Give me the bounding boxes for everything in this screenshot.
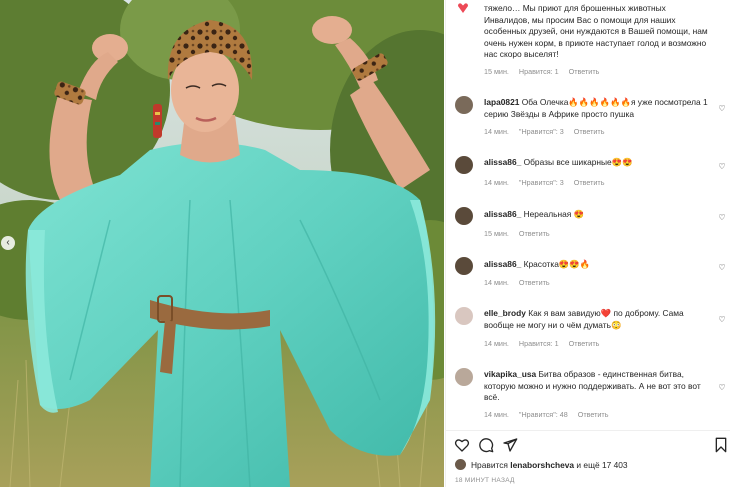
liker-username[interactable]: lenaborshcheva [510,460,574,470]
comment-text: alissa86_ Красотка😍😍🔥 [484,259,591,269]
comment-text: alissa86_ Образы все шикарные😍😍 [484,157,633,167]
comment-time: 14 мин. [484,178,509,187]
avatar[interactable] [455,96,473,114]
comment-like-count[interactable]: Нравится: 1 [519,67,559,76]
comment-like-count[interactable]: "Нравится": 48 [519,410,568,419]
reply-button[interactable]: Ответить [519,229,550,238]
reply-button[interactable]: Ответить [578,410,609,419]
comment-username[interactable]: alissa86_ [484,157,521,167]
comment-like-count[interactable]: Нравится: 1 [519,339,559,348]
comment-meta: 14 мин. "Нравится": 48 Ответить [484,410,618,419]
comment-time: 15 мин. [484,67,509,76]
comment-like-heart-icon[interactable]: ♡ [717,103,727,113]
comment-like-heart-icon[interactable]: ♡ [717,314,727,324]
comment-time: 14 мин. [484,410,509,419]
comment-username[interactable]: elle_brody [484,308,526,318]
avatar[interactable] [455,368,473,386]
likes-summary[interactable]: Нравится lenaborshcheva и ещё 17 403 [455,459,628,470]
avatar[interactable] [455,307,473,325]
comment-time: 15 мин. [484,229,509,238]
comment-text: lapa0821 Оба Олечка🔥🔥🔥🔥🔥🔥я уже посмотрел… [484,97,708,119]
post-action-bar [446,430,730,458]
comment-meta: 14 мин. "Нравится": 3 Ответить [484,127,614,136]
reply-button[interactable]: Ответить [569,67,600,76]
reply-button[interactable]: Ответить [569,339,600,348]
comment-time: 14 мин. [484,278,509,287]
comment-like-heart-icon[interactable]: ♡ [717,212,727,222]
comment-like-count[interactable]: "Нравится": 3 [519,127,564,136]
comment-username[interactable]: lapa0821 [484,97,519,107]
comment-username[interactable]: alissa86_ [484,209,521,219]
comment-like-heart-icon[interactable]: ♡ [717,382,727,392]
comment-meta: 14 мин. "Нравится": 3 Ответить [484,178,614,187]
avatar[interactable] [455,257,473,275]
comment-like-count[interactable]: "Нравится": 3 [519,178,564,187]
comment-meta: 15 мин. Ответить [484,229,560,238]
comment-meta: 15 мин. Нравится: 1 Ответить [484,67,609,76]
chevron-left-icon: ‹ [6,237,10,248]
reply-button[interactable]: Ответить [519,278,550,287]
comment-time: 14 мин. [484,339,509,348]
comment-text: elle_brody Как я вам завидую❤️ по добром… [484,308,684,330]
comment-text: alissa86_ Нереальная 😍 [484,209,585,219]
avatar[interactable] [455,156,473,174]
comment-meta: 14 мин. Нравится: 1 Ответить [484,339,609,348]
comment-meta: 14 мин. Ответить [484,278,560,287]
avatar[interactable] [455,207,473,225]
comment-username[interactable]: alissa86_ [484,259,521,269]
heart-icon[interactable] [454,437,470,453]
comment-like-heart-icon[interactable]: ♡ [717,161,727,171]
post-photo[interactable]: ‹ [0,0,444,487]
previous-photo-button[interactable]: ‹ [1,236,15,250]
comments-panel[interactable]: тяжело… Мы приют для брошенных животных … [445,0,730,487]
comment-text: vikapika_usa Битва образов - единственна… [484,369,701,402]
comment-text: тяжело… Мы приют для брошенных животных … [484,3,708,59]
comment-username[interactable]: vikapika_usa [484,369,536,379]
post-timestamp: 18 МИНУТ НАЗАД [455,477,515,484]
shelter-logo-icon [458,3,468,13]
liker-avatar [455,459,466,470]
comment-time: 14 мин. [484,127,509,136]
comment-icon[interactable] [478,437,494,453]
photo-artwork [0,0,444,487]
bookmark-icon[interactable] [713,437,729,453]
share-icon[interactable] [502,437,518,453]
reply-button[interactable]: Ответить [574,127,605,136]
comment-like-heart-icon[interactable]: ♡ [717,262,727,272]
reply-button[interactable]: Ответить [574,178,605,187]
